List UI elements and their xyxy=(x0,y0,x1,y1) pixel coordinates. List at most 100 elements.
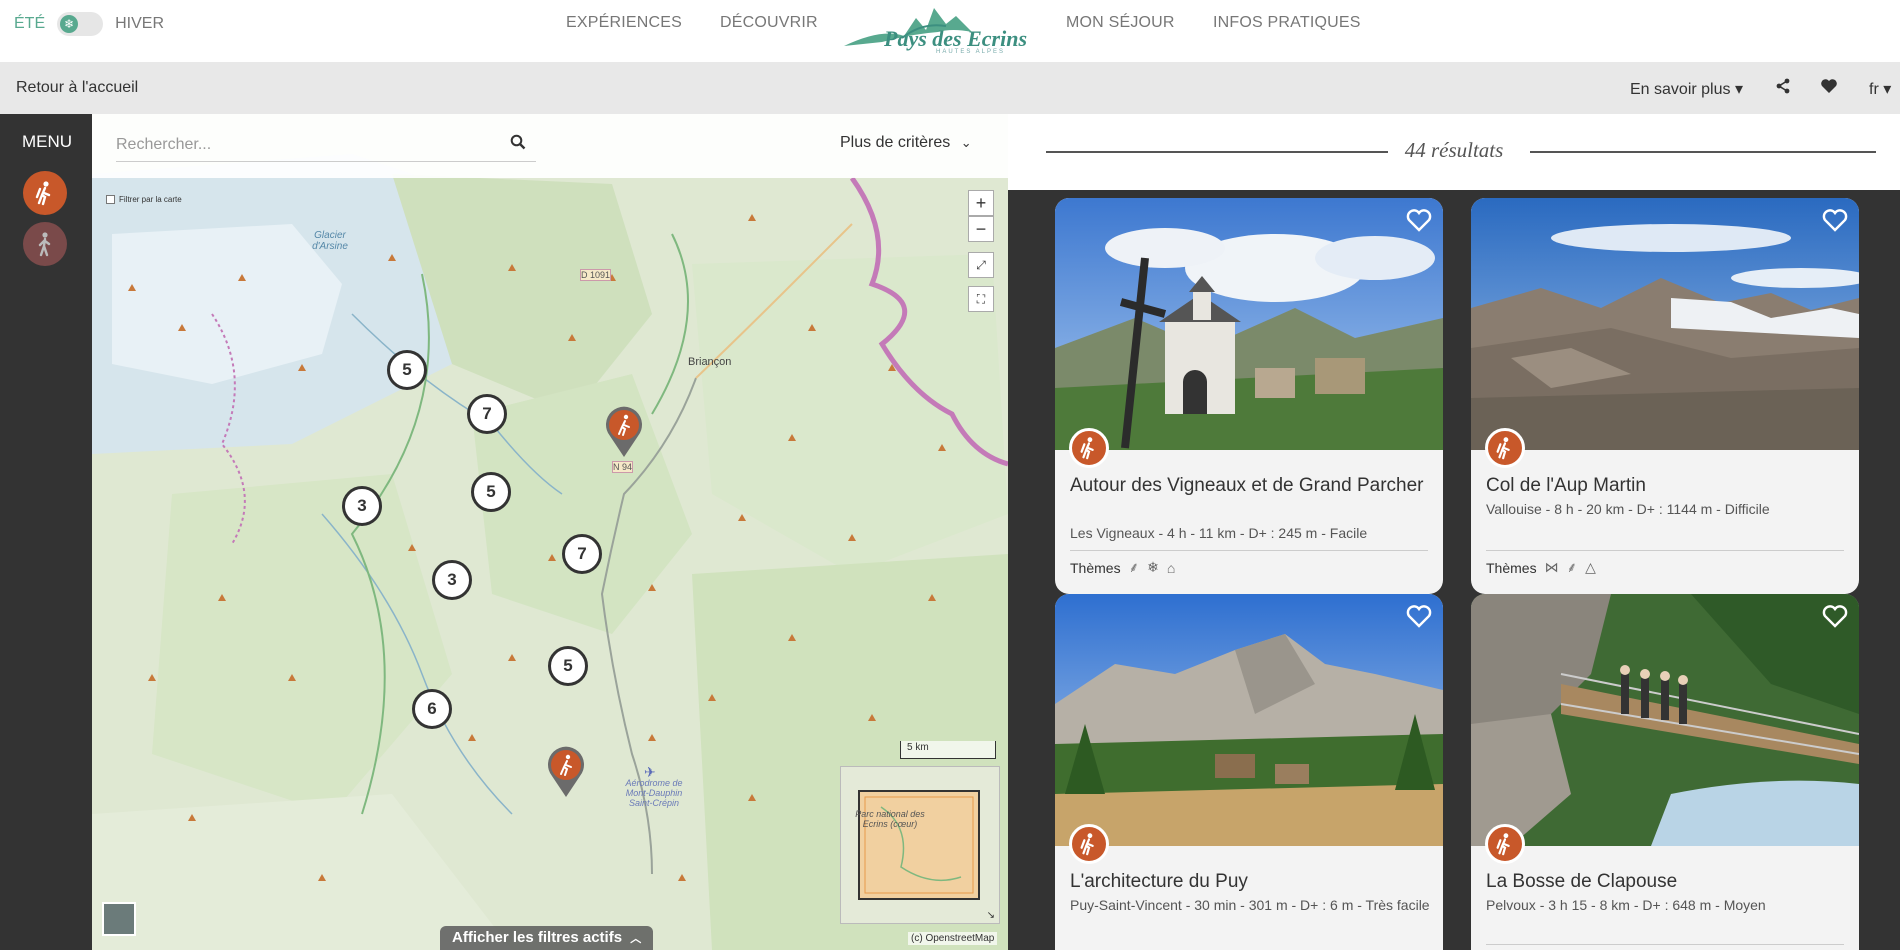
favorite-heart-icon[interactable] xyxy=(1821,206,1849,234)
map-cluster[interactable]: 3 xyxy=(432,560,472,600)
secondary-bar: Retour à l'accueil En savoir plus ▾ fr ▾ xyxy=(0,62,1900,114)
result-card[interactable]: La Bosse de Clapouse Pelvoux - 3 h 15 - … xyxy=(1471,594,1859,950)
nav-experiences[interactable]: EXPÉRIENCES xyxy=(566,14,682,32)
menu-button[interactable]: MENU xyxy=(22,132,72,152)
map-cluster[interactable]: 3 xyxy=(342,486,382,526)
show-active-filters-button[interactable]: Afficher les filtres actifs ︿ xyxy=(440,926,654,950)
filter-by-map-label: Filtrer par la carte xyxy=(119,195,182,204)
map-label-road-d1091: D 1091 xyxy=(580,269,612,281)
card-divider xyxy=(1070,550,1428,551)
card-title[interactable]: La Bosse de Clapouse xyxy=(1486,870,1846,893)
map-cluster[interactable]: 6 xyxy=(412,689,452,729)
more-criteria-dropdown[interactable]: Plus de critères ⌄ xyxy=(840,134,972,152)
fauna-icon: ⋈ xyxy=(1544,559,1559,575)
practice-badge xyxy=(1485,824,1525,864)
fullscreen-icon[interactable]: ⛶ xyxy=(968,286,994,312)
more-info-dropdown[interactable]: En savoir plus ▾ xyxy=(1630,79,1743,99)
card-title[interactable]: Autour des Vigneaux et de Grand Parcher xyxy=(1070,474,1430,497)
themes-label: Thèmes xyxy=(1070,559,1121,576)
language-dropdown[interactable]: fr ▾ xyxy=(1869,79,1891,99)
layer-switcher-button[interactable] xyxy=(102,902,136,936)
practice-badge xyxy=(1485,428,1525,468)
checkbox-box[interactable] xyxy=(106,195,115,204)
chevron-up-icon: ︿ xyxy=(630,933,642,945)
shelter-icon: ⌂ xyxy=(1166,559,1176,576)
map-cluster[interactable]: 5 xyxy=(387,350,427,390)
map-attribution[interactable]: (c) OpenstreetMap xyxy=(908,932,998,945)
top-bar: ÉTÉ ❄ HIVER EXPÉRIENCES DÉCOUVRIR Pays d… xyxy=(0,0,1900,62)
minimap-toggle-icon[interactable]: ↘ xyxy=(987,910,995,921)
back-home-link[interactable]: Retour à l'accueil xyxy=(16,79,138,97)
map-label-road-n94: N 94 xyxy=(612,461,634,473)
card-themes: Thèmes ⋈ ⸙ △ xyxy=(1486,558,1596,577)
card-photo[interactable] xyxy=(1471,594,1859,846)
themes-label: Thèmes xyxy=(1486,559,1537,576)
card-photo[interactable] xyxy=(1055,198,1443,450)
card-meta: Les Vigneaux - 4 h - 11 km - D+ : 245 m … xyxy=(1070,525,1368,541)
zoom-in-button[interactable]: + xyxy=(968,190,994,216)
summit-icon: △ xyxy=(1585,559,1596,575)
airport-icon: ✈ xyxy=(644,764,656,780)
map-marker-hiking[interactable] xyxy=(546,746,586,798)
card-photo[interactable] xyxy=(1471,198,1859,450)
map-marker-hiking[interactable] xyxy=(604,406,644,458)
result-card[interactable]: Autour des Vigneaux et de Grand Parcher … xyxy=(1055,198,1443,594)
practice-hiking-button[interactable] xyxy=(23,171,67,215)
filter-by-map-checkbox[interactable]: Filtrer par la carte xyxy=(106,195,182,204)
card-divider xyxy=(1486,550,1844,551)
map-cluster[interactable]: 7 xyxy=(562,534,602,574)
minimap-label-parc: Parc national des Ecrins (cœur) xyxy=(855,809,925,829)
snowflake-icon: ❄ xyxy=(60,15,79,33)
card-title[interactable]: Col de l'Aup Martin xyxy=(1486,474,1846,497)
hiker-marker-icon xyxy=(548,746,584,797)
favorite-heart-icon[interactable] xyxy=(1405,602,1433,630)
hiker-icon xyxy=(1496,833,1510,856)
share-icon[interactable] xyxy=(1775,78,1791,99)
map-search-bar: Rechercher... Plus de critères ⌄ xyxy=(92,114,1008,178)
map-scale: 5 km xyxy=(900,741,996,759)
favorite-heart-icon[interactable] xyxy=(1405,206,1433,234)
site-logo[interactable]: Pays des Ecrins HAUTES ALPES xyxy=(842,2,1028,56)
overview-minimap[interactable]: Parc national des Ecrins (cœur) ↘ xyxy=(840,766,1000,924)
practice-badge xyxy=(1069,428,1109,468)
snowflake-theme-icon: ❄ xyxy=(1147,559,1159,575)
card-divider xyxy=(1486,944,1844,945)
chevron-down-icon: ⌄ xyxy=(960,135,972,150)
favorites-heart-icon[interactable] xyxy=(1820,78,1838,99)
more-criteria-label: Plus de critères xyxy=(840,134,951,151)
search-input[interactable]: Rechercher... xyxy=(116,128,536,162)
winter-toggle-label[interactable]: HIVER xyxy=(115,15,164,33)
season-toggle[interactable]: ❄ xyxy=(57,12,104,36)
hiker-icon xyxy=(1496,437,1510,460)
favorite-heart-icon[interactable] xyxy=(1821,602,1849,630)
summer-toggle-label[interactable]: ÉTÉ xyxy=(14,15,45,33)
search-icon[interactable] xyxy=(510,134,526,155)
hiker-icon xyxy=(1080,437,1094,460)
hiker-icon xyxy=(35,181,51,206)
flora-icon: ⸙ xyxy=(1566,559,1578,575)
active-filters-label: Afficher les filtres actifs xyxy=(452,929,623,946)
card-meta: Puy-Saint-Vincent - 30 min - 301 m - D+ … xyxy=(1070,897,1430,913)
nav-decouvrir[interactable]: DÉCOUVRIR xyxy=(720,14,818,32)
nav-mon-sejour[interactable]: MON SÉJOUR xyxy=(1066,14,1175,32)
nav-infos-pratiques[interactable]: INFOS PRATIQUES xyxy=(1213,14,1361,32)
logo-tagline: HAUTES ALPES xyxy=(936,49,1006,55)
card-title[interactable]: L'architecture du Puy xyxy=(1070,870,1430,893)
practice-walking-button[interactable] xyxy=(23,222,67,266)
card-themes: Thèmes ⸙ ❄ ⌂ xyxy=(1070,558,1175,577)
zoom-out-button[interactable]: − xyxy=(968,216,994,242)
map-cluster[interactable]: 7 xyxy=(467,394,507,434)
walker-icon xyxy=(38,232,51,257)
card-photo[interactable] xyxy=(1055,594,1443,846)
map-cluster[interactable]: 5 xyxy=(548,646,588,686)
result-card[interactable]: L'architecture du Puy Puy-Saint-Vincent … xyxy=(1055,594,1443,950)
map-cluster[interactable]: 5 xyxy=(471,472,511,512)
map-panel[interactable]: Briançon Glacier d'Arsine D 1091 N 94 Aé… xyxy=(92,114,1008,950)
practice-badge xyxy=(1069,824,1109,864)
flora-icon: ⸙ xyxy=(1128,559,1140,575)
season-switch: ÉTÉ ❄ HIVER xyxy=(14,12,164,36)
hiker-marker-icon xyxy=(606,406,642,457)
result-card[interactable]: Col de l'Aup Martin Vallouise - 8 h - 20… xyxy=(1471,198,1859,594)
hiker-icon xyxy=(1080,833,1094,856)
fit-bounds-icon[interactable]: ⤢ xyxy=(968,252,994,278)
